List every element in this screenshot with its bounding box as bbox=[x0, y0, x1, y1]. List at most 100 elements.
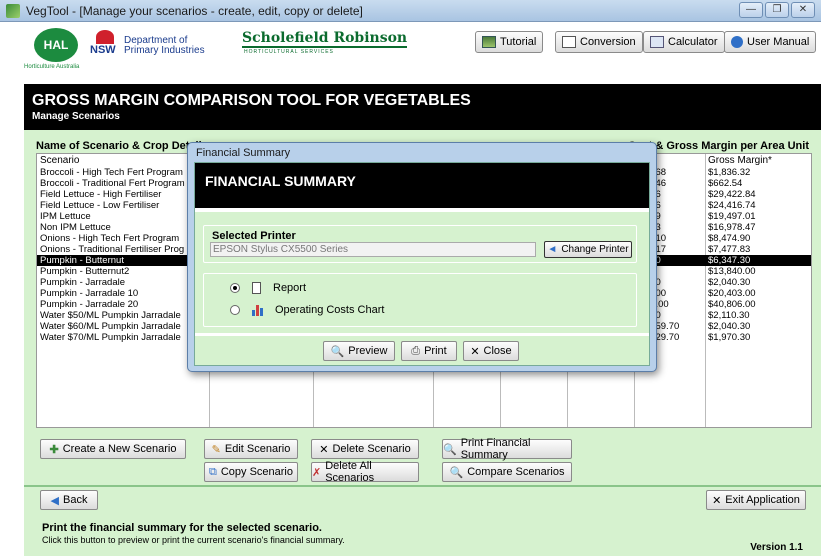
create-scenario-button[interactable]: ✚ Create a New Scenario bbox=[40, 439, 186, 459]
cell-gm: $662.54 bbox=[708, 178, 743, 189]
cell-scenario: Pumpkin - Jarradale 10 bbox=[40, 288, 139, 299]
create-scenario-label: Create a New Scenario bbox=[62, 443, 177, 455]
print-button[interactable]: ⎙ Print bbox=[401, 341, 457, 361]
calculator-icon bbox=[650, 36, 664, 48]
user-manual-label: User Manual bbox=[747, 36, 810, 48]
column-header-scenario: Scenario bbox=[40, 155, 80, 166]
window-title: VegTool - [Manage your scenarios - creat… bbox=[26, 4, 363, 18]
app-icon bbox=[6, 4, 20, 18]
cell-scenario: Field Lettuce - High Fertiliser bbox=[40, 189, 162, 200]
preview-button[interactable]: 🔍 Preview bbox=[323, 341, 395, 361]
cell-scenario: Field Lettuce - Low Fertiliser bbox=[40, 200, 160, 211]
scenario-details-heading: Name of Scenario & Crop Details bbox=[36, 140, 208, 152]
bar-chart-icon bbox=[252, 304, 263, 316]
delete-scenario-button[interactable]: ✕ Delete Scenario bbox=[311, 439, 419, 459]
chart-radio[interactable] bbox=[230, 305, 240, 315]
page-subtitle: Manage Scenarios bbox=[32, 111, 120, 122]
version-label: Version 1.1 bbox=[750, 542, 803, 553]
cell-gm: $2,040.30 bbox=[708, 321, 751, 332]
nsw-logo: NSW bbox=[90, 30, 120, 58]
cell-gm: $19,497.01 bbox=[708, 211, 756, 222]
conversion-label: Conversion bbox=[580, 36, 636, 48]
compare-scenarios-button[interactable]: 🔍 Compare Scenarios bbox=[442, 462, 572, 482]
cell-gm: $13,840.00 bbox=[708, 266, 756, 277]
change-printer-label: Change Printer bbox=[561, 244, 629, 255]
edit-scenario-button[interactable]: ✎ Edit Scenario bbox=[204, 439, 298, 459]
close-label: Close bbox=[483, 345, 512, 357]
report-label: Report bbox=[273, 282, 307, 294]
cell-gm: $1,836.32 bbox=[708, 167, 751, 178]
help-text: Click this button to preview or print th… bbox=[42, 535, 345, 545]
option-operating-costs-chart[interactable]: Operating Costs Chart bbox=[230, 304, 384, 316]
ruler-icon bbox=[562, 36, 576, 48]
calculator-label: Calculator bbox=[668, 36, 718, 48]
cell-scenario: Water $60/ML Pumpkin Jarradale bbox=[40, 321, 181, 332]
edit-scenario-label: Edit Scenario bbox=[224, 443, 291, 455]
exit-application-button[interactable]: ✕ Exit Application bbox=[706, 490, 806, 510]
compare-scenarios-label: Compare Scenarios bbox=[467, 466, 565, 478]
cell-scenario: Pumpkin - Butternut2 bbox=[40, 266, 130, 277]
copy-scenario-button[interactable]: ⧉ Copy Scenario bbox=[204, 462, 298, 482]
change-printer-button[interactable]: ◄ Change Printer bbox=[544, 241, 632, 258]
option-report[interactable]: Report bbox=[230, 282, 306, 294]
back-button[interactable]: ◀ Back bbox=[40, 490, 98, 510]
exit-icon: ✕ bbox=[712, 494, 722, 507]
conversion-button[interactable]: Conversion bbox=[555, 31, 643, 53]
page-title: GROSS MARGIN COMPARISON TOOL FOR VEGETAB… bbox=[32, 92, 471, 109]
cell-scenario: Broccoli - High Tech Fert Program bbox=[40, 167, 183, 178]
chart-label: Operating Costs Chart bbox=[275, 304, 385, 316]
cell-gm: $24,416.74 bbox=[708, 200, 756, 211]
cell-gm: $7,477.83 bbox=[708, 244, 751, 255]
footer: ◀ Back ✕ Exit Application Print the fina… bbox=[24, 485, 821, 556]
cell-scenario: Water $70/ML Pumpkin Jarradale bbox=[40, 332, 181, 343]
print-financial-summary-label: Print Financial Summary bbox=[460, 437, 531, 461]
hal-logo: HAL bbox=[34, 28, 78, 62]
print-financial-summary-button[interactable]: 🔍 Print Financial Summary bbox=[442, 437, 572, 461]
cell-scenario: Onions - High Tech Fert Program bbox=[40, 233, 180, 244]
printer-field[interactable] bbox=[210, 242, 536, 257]
output-options-group: Report Operating Costs Chart bbox=[203, 273, 637, 327]
help-title: Print the financial summary for the sele… bbox=[42, 522, 322, 534]
document-icon bbox=[252, 282, 261, 294]
delete-icon: ✕ bbox=[319, 443, 329, 456]
cell-gm: $40,806.00 bbox=[708, 299, 756, 310]
cell-scenario: IPM Lettuce bbox=[40, 211, 91, 222]
delete-all-scenarios-button[interactable]: ✗ Delete All Scenarios bbox=[311, 460, 419, 484]
dialog-body: FINANCIAL SUMMARY Selected Printer ◄ Cha… bbox=[194, 162, 650, 366]
close-button[interactable]: ✕ bbox=[791, 2, 815, 18]
dialog-title: Financial Summary bbox=[196, 147, 291, 159]
cell-scenario: Water $50/ML Pumpkin Jarradale bbox=[40, 310, 181, 321]
delete-scenario-label: Delete Scenario bbox=[332, 443, 411, 455]
column-header-gross-margin: Gross Margin* bbox=[708, 155, 772, 166]
delete-all-scenarios-label: Delete All Scenarios bbox=[325, 460, 375, 484]
preview-label: Preview bbox=[348, 345, 388, 357]
department-name: Department of Primary Industries bbox=[124, 36, 205, 56]
printer-arrow-icon: ◄ bbox=[547, 244, 558, 255]
header: HAL Horticulture Australia NSW Departmen… bbox=[0, 22, 821, 84]
minimize-button[interactable]: — bbox=[739, 2, 763, 18]
user-manual-button[interactable]: User Manual bbox=[724, 31, 817, 53]
window-titlebar: VegTool - [Manage your scenarios - creat… bbox=[0, 0, 821, 22]
financial-summary-dialog: Financial Summary FINANCIAL SUMMARY Sele… bbox=[187, 142, 657, 372]
cell-gm: $1,970.30 bbox=[708, 332, 751, 343]
printer-icon: ⎙ bbox=[411, 344, 421, 357]
help-icon bbox=[731, 36, 743, 48]
print-label: Print bbox=[424, 345, 447, 357]
add-icon: ✚ bbox=[49, 443, 59, 456]
tutorial-label: Tutorial bbox=[500, 36, 537, 48]
waratah-icon bbox=[96, 30, 114, 44]
pencil-icon: ✎ bbox=[211, 443, 221, 456]
calculator-button[interactable]: Calculator bbox=[643, 31, 725, 53]
delete-all-icon: ✗ bbox=[312, 466, 322, 479]
close-dialog-button[interactable]: ✕ Close bbox=[463, 341, 519, 361]
close-icon: ✕ bbox=[470, 345, 480, 358]
cell-gm: $6,347.30 bbox=[708, 255, 751, 266]
restore-button[interactable]: ❐ bbox=[765, 2, 789, 18]
cell-scenario: Pumpkin - Jarradale bbox=[40, 277, 126, 288]
cell-gm: $8,474.90 bbox=[708, 233, 751, 244]
tutorial-button[interactable]: Tutorial bbox=[475, 31, 544, 53]
report-radio[interactable] bbox=[230, 283, 240, 293]
printer-label: Selected Printer bbox=[212, 230, 296, 242]
copy-icon: ⧉ bbox=[208, 465, 217, 478]
back-label: Back bbox=[63, 494, 88, 506]
